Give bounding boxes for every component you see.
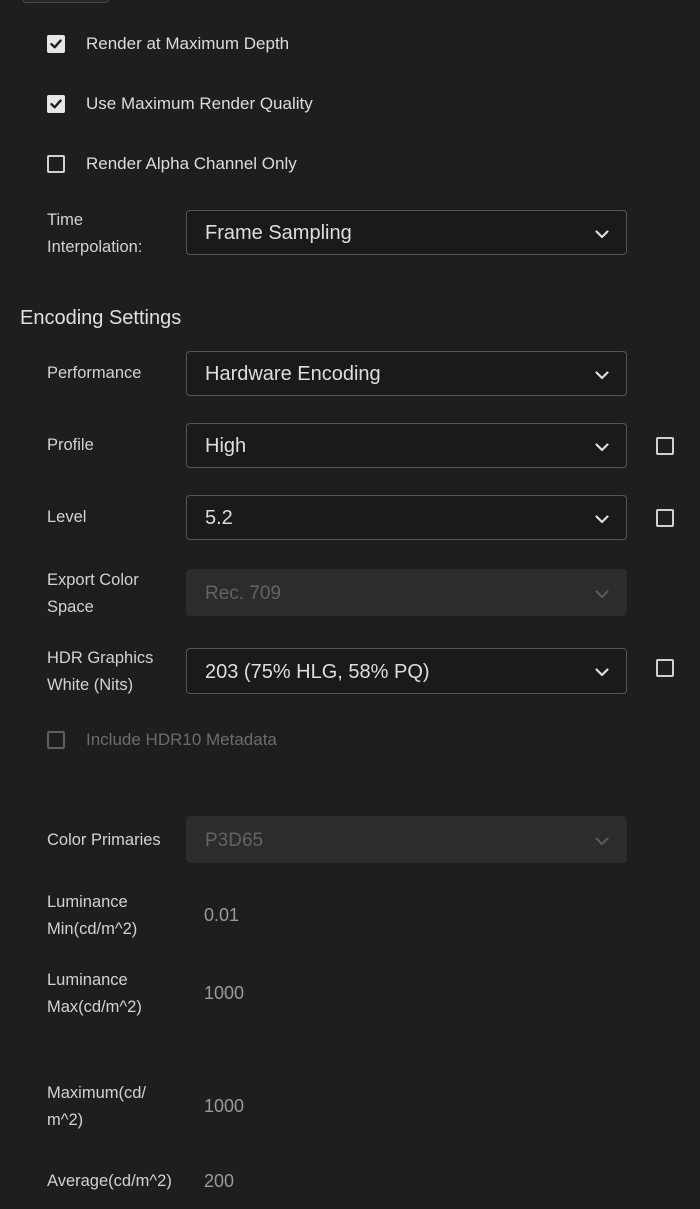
chevron-down-icon bbox=[595, 230, 609, 239]
level-value: 5.2 bbox=[205, 507, 233, 529]
color-primaries-value: P3D65 bbox=[205, 830, 264, 851]
average-label: Average(cd/m^2) bbox=[47, 1172, 172, 1190]
hdr-white-label: HDR Graphics White (Nits) bbox=[47, 649, 154, 694]
chevron-down-icon bbox=[595, 837, 609, 846]
level-side-checkbox[interactable] bbox=[656, 509, 674, 527]
luminance-max-label: Luminance Max(cd/m^2) bbox=[47, 971, 142, 1016]
chevron-down-icon bbox=[595, 668, 609, 677]
level-dropdown[interactable]: 5.2 bbox=[186, 495, 627, 540]
hdr10-metadata-label: Include HDR10 Metadata bbox=[86, 730, 277, 749]
chevron-down-icon bbox=[595, 371, 609, 380]
performance-label: Performance bbox=[47, 364, 142, 382]
alpha-only-label: Render Alpha Channel Only bbox=[86, 154, 297, 173]
time-interpolation-label: Time Interpolation: bbox=[47, 211, 143, 256]
max-depth-checkbox[interactable] bbox=[47, 35, 65, 53]
chevron-down-icon bbox=[595, 590, 609, 599]
profile-value: High bbox=[205, 435, 247, 457]
max-depth-label: Render at Maximum Depth bbox=[86, 34, 290, 53]
luminance-min-value[interactable]: 0.01 bbox=[204, 905, 239, 926]
hdr-white-side-checkbox[interactable] bbox=[656, 659, 674, 677]
maximum-label: Maximum(cd/ m^2) bbox=[47, 1084, 147, 1129]
maximum-value[interactable]: 1000 bbox=[204, 1096, 244, 1117]
color-primaries-dropdown[interactable]: P3D65 bbox=[186, 816, 627, 863]
profile-dropdown[interactable]: High bbox=[186, 423, 627, 468]
max-quality-label: Use Maximum Render Quality bbox=[86, 94, 313, 113]
chevron-down-icon bbox=[595, 443, 609, 452]
hdr10-metadata-checkbox[interactable] bbox=[47, 731, 65, 749]
alpha-only-checkbox[interactable] bbox=[47, 155, 65, 173]
max-quality-checkbox[interactable] bbox=[47, 95, 65, 113]
export-color-space-label: Export Color Space bbox=[47, 571, 139, 616]
hdr-white-dropdown[interactable]: 203 (75% HLG, 58% PQ) bbox=[186, 648, 627, 694]
profile-side-checkbox[interactable] bbox=[656, 437, 674, 455]
luminance-max-value[interactable]: 1000 bbox=[204, 983, 244, 1004]
profile-label: Profile bbox=[47, 436, 94, 454]
level-label: Level bbox=[47, 508, 87, 526]
checkmark-icon bbox=[50, 39, 62, 49]
hdr-white-value: 203 (75% HLG, 58% PQ) bbox=[205, 661, 430, 683]
luminance-min-label: Luminance Min(cd/m^2) bbox=[47, 893, 138, 938]
encoding-settings-title: Encoding Settings bbox=[20, 307, 182, 329]
time-interpolation-dropdown[interactable]: Frame Sampling bbox=[186, 210, 627, 255]
time-interpolation-value: Frame Sampling bbox=[205, 222, 352, 244]
performance-value: Hardware Encoding bbox=[205, 363, 381, 385]
chevron-down-icon bbox=[595, 515, 609, 524]
checkmark-icon bbox=[50, 99, 62, 109]
export-color-space-dropdown[interactable]: Rec. 709 bbox=[186, 569, 627, 616]
performance-dropdown[interactable]: Hardware Encoding bbox=[186, 351, 627, 396]
average-value[interactable]: 200 bbox=[204, 1171, 234, 1192]
color-primaries-label: Color Primaries bbox=[47, 831, 161, 849]
top-partial-button[interactable] bbox=[22, 0, 109, 3]
export-color-space-value: Rec. 709 bbox=[205, 583, 282, 604]
